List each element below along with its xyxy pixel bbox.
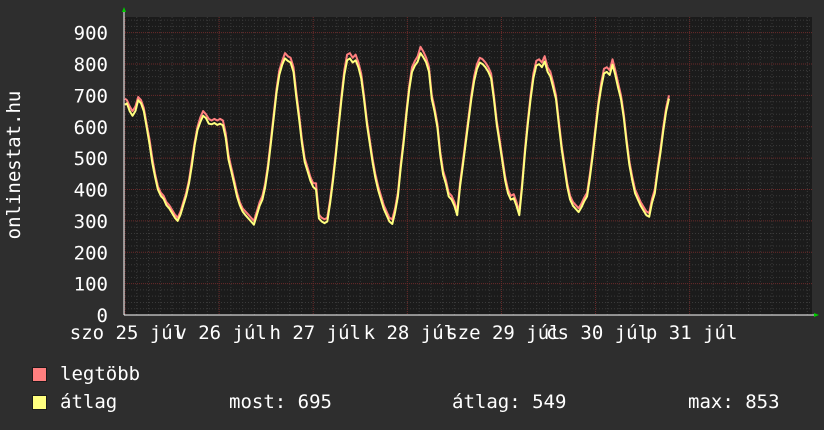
legend-swatch-avg bbox=[32, 394, 47, 410]
legend-label-max: legtöbb bbox=[60, 363, 141, 385]
y-tick-labels: 0100200300400500600700800900 bbox=[74, 23, 108, 327]
watermark-text: onlinestat.hu bbox=[3, 91, 25, 240]
x-tick-label: p 31 júl bbox=[646, 322, 738, 344]
chart-panel: 0 100 200 300 400 500 600 700 800 900 szo 25 júl v… bbox=[0, 0, 824, 430]
y-tick-label: 600 bbox=[74, 117, 108, 139]
x-tick-label: k 28 júl bbox=[364, 322, 456, 344]
y-tick-label: 800 bbox=[74, 54, 108, 76]
legend-item-avg: átlag bbox=[32, 391, 117, 413]
y-tick-label: 700 bbox=[74, 85, 108, 107]
x-tick-label: h 27 júl bbox=[269, 322, 361, 344]
y-tick-label: 900 bbox=[74, 23, 108, 45]
x-tick-label: cs 30 júl bbox=[546, 322, 649, 344]
stat-max: max: 853 bbox=[688, 391, 780, 413]
legend-item-max: legtöbb bbox=[32, 363, 140, 385]
x-axis-arrow-icon bbox=[814, 313, 819, 317]
stat-current: most: 695 bbox=[229, 391, 332, 413]
y-tick-label: 500 bbox=[74, 148, 108, 170]
x-tick-labels: szo 25 júlv 26 júl h 27 júl k 28 júlsze 29… bbox=[70, 322, 738, 344]
y-tick-label: 100 bbox=[74, 274, 108, 296]
stat-average: átlag: 549 bbox=[452, 391, 567, 413]
y-tick-label: 400 bbox=[74, 180, 108, 202]
legend-label-avg: átlag bbox=[60, 391, 118, 413]
x-tick-label: sze 29 júl bbox=[446, 322, 560, 344]
y-tick-label: 200 bbox=[74, 242, 108, 264]
plot-area bbox=[125, 17, 812, 315]
y-tick-label: 300 bbox=[74, 211, 108, 233]
x-tick-label: szo 25 júl bbox=[70, 322, 184, 344]
legend-swatch-max bbox=[32, 366, 47, 382]
y-axis-arrow-icon bbox=[122, 7, 126, 12]
x-tick-label: v 26 júl bbox=[175, 322, 267, 344]
